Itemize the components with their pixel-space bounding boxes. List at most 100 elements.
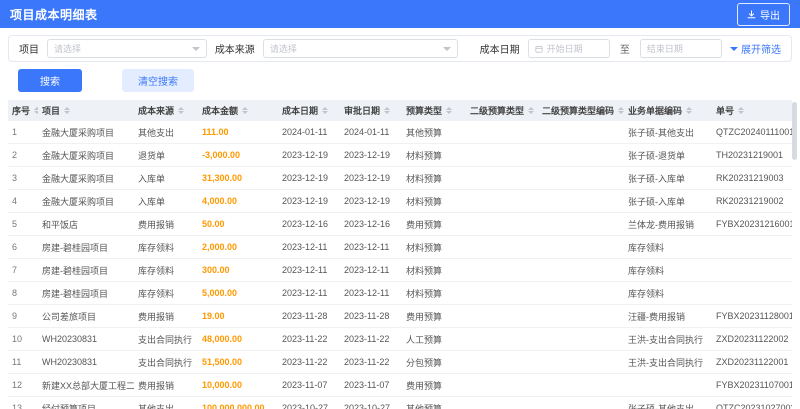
table-row: 9 公司差旅项目 费用报销 19.00 2023-11-28 2023-11-28 费用预算…: [8, 304, 792, 328]
table-cell: TH20231219001: [712, 143, 792, 167]
table-row: 6 房建-碧桂园项目 库存领料 2,000.00 2023-12-11 2023-12-1…: [8, 235, 792, 259]
sort-icon[interactable]: [178, 107, 185, 114]
page-header: 项目成本明细表 导出: [0, 0, 800, 28]
sort-icon[interactable]: [384, 107, 391, 114]
table-cell: 5: [8, 212, 38, 236]
column-header[interactable]: 二级预算类型: [466, 100, 538, 121]
table-cell: 2023-12-19: [278, 166, 340, 190]
date-end-input[interactable]: 结束日期: [639, 39, 722, 58]
column-header[interactable]: 预算类型: [402, 100, 466, 121]
calendar-icon: [535, 40, 543, 58]
table-cell: [466, 350, 538, 374]
table-cell: [624, 373, 712, 397]
table-row: 7 房建-碧桂园项目 库存领料 300.00 2023-12-11 2023-12-11 材…: [8, 258, 792, 282]
sort-icon[interactable]: [686, 107, 693, 114]
export-button[interactable]: 导出: [737, 2, 790, 26]
table-cell: 31,300.00: [198, 166, 278, 190]
project-select[interactable]: 请选择: [47, 39, 207, 58]
table-cell: 2023-12-11: [340, 281, 402, 305]
table-cell: 2023-12-11: [340, 258, 402, 282]
table-cell: 张子硕-退货单: [624, 143, 712, 167]
table-cell: [538, 396, 624, 409]
table-cell: 费用报销: [134, 373, 198, 397]
clear-search-button[interactable]: 清空搜索: [122, 69, 194, 92]
table-cell: 2023-12-19: [340, 143, 402, 167]
column-header[interactable]: 审批日期: [340, 100, 402, 121]
column-header[interactable]: 业务单据编码: [624, 100, 712, 121]
table-cell: 王洪-支出合同执行: [624, 327, 712, 351]
table-cell: 2023-12-16: [278, 212, 340, 236]
column-header[interactable]: 成本来源: [134, 100, 198, 121]
table-cell: 费用预算: [402, 212, 466, 236]
date-start-input[interactable]: 开始日期: [527, 39, 610, 58]
table-cell: 8: [8, 281, 38, 305]
table-cell: QTZC20231027002: [712, 396, 792, 409]
column-header[interactable]: 二级预算类型编码: [538, 100, 624, 121]
sort-icon[interactable]: [528, 107, 535, 114]
sort-icon[interactable]: [64, 107, 71, 114]
scrollbar-thumb[interactable]: [792, 102, 797, 160]
sort-icon[interactable]: [34, 107, 38, 114]
column-header[interactable]: 成本日期: [278, 100, 340, 121]
table-row: 3 金融大厦采购项目 入库单 31,300.00 2023-12-19 2023-12-1…: [8, 166, 792, 190]
table-row: 1 金融大厦采购项目 其他支出 111.00 2024-01-11 2024-01-11 其…: [8, 121, 792, 144]
project-select-placeholder: 请选择: [54, 44, 82, 54]
chevron-down-icon: [730, 46, 738, 51]
table-cell: [466, 304, 538, 328]
table-cell: 2023-12-11: [340, 235, 402, 259]
table-cell: 材料预算: [402, 281, 466, 305]
column-header[interactable]: 成本金额: [198, 100, 278, 121]
table-cell: 7: [8, 258, 38, 282]
date-start-placeholder: 开始日期: [546, 44, 583, 54]
cost-date-filter-label: 成本日期: [479, 45, 520, 56]
table-cell: 库存领料: [134, 235, 198, 259]
column-header[interactable]: 单号: [712, 100, 792, 121]
table-cell: 张子硕-其他支出: [624, 121, 712, 144]
table-cell: [466, 258, 538, 282]
sort-icon[interactable]: [738, 107, 745, 114]
date-range-separator: 至: [619, 45, 630, 56]
table-cell: 分包预算: [402, 350, 466, 374]
table-cell: 2023-11-07: [278, 373, 340, 397]
cost-source-select[interactable]: 请选择: [262, 39, 458, 58]
table-cell: 111.00: [198, 121, 278, 144]
column-header[interactable]: 项目: [38, 100, 134, 121]
table-cell: 其他预算: [402, 396, 466, 409]
table-cell: RK20231219003: [712, 166, 792, 190]
table-cell: [466, 166, 538, 190]
date-end-placeholder: 结束日期: [646, 44, 683, 54]
sort-icon[interactable]: [446, 107, 453, 114]
filter-panel: 项目 请选择 成本来源 请选择 成本日期 开始日期 至 结束日期 展开筛选: [8, 35, 792, 62]
expand-filter-link[interactable]: 展开筛选: [730, 41, 781, 56]
table-cell: -3,000.00: [198, 143, 278, 167]
table-cell: 10,000.00: [198, 373, 278, 397]
sort-icon[interactable]: [242, 107, 249, 114]
column-header-label: 二级预算类型编码: [542, 106, 615, 116]
search-button[interactable]: 搜索: [18, 69, 82, 92]
table-header-row: 序号 项目 成本来源 成本金额 成本日期 审批日期 预算类型 二级预算类型 二级预算类型编码 业务…: [8, 100, 792, 121]
table-cell: [538, 212, 624, 236]
table-cell: 公司差旅项目: [38, 304, 134, 328]
table-cell: 入库单: [134, 166, 198, 190]
column-header-label: 审批日期: [344, 106, 381, 116]
table-cell: WH20230831: [38, 350, 134, 374]
sort-icon[interactable]: [322, 107, 329, 114]
sort-icon[interactable]: [618, 107, 624, 114]
table-row: 5 和平饭店 费用报销 50.00 2023-12-16 2023-12-16 费用预算 兰体…: [8, 212, 792, 236]
table-cell: 2023-11-28: [340, 304, 402, 328]
table-cell: 人工预算: [402, 327, 466, 351]
table-cell: 退货单: [134, 143, 198, 167]
table-row: 4 金融大厦采购项目 入库单 4,000.00 2023-12-19 2023-12-19…: [8, 189, 792, 213]
table-cell: 汪疆-费用报销: [624, 304, 712, 328]
table-cell: 库存领料: [624, 258, 712, 282]
table-cell: [466, 121, 538, 144]
table-cell: [466, 189, 538, 213]
table-cell: 48,000.00: [198, 327, 278, 351]
table-row: 2 金融大厦采购项目 退货单 -3,000.00 2023-12-19 2023-12-1…: [8, 143, 792, 167]
column-header[interactable]: 序号: [8, 100, 38, 121]
table-cell: 材料预算: [402, 235, 466, 259]
table-cell: 材料预算: [402, 258, 466, 282]
table-cell: [538, 235, 624, 259]
table-cell: 张子硕-其他支出: [624, 396, 712, 409]
table-row: 12 新建XX总部大厦工程二期 费用报销 10,000.00 2023-11-07 202…: [8, 373, 792, 397]
